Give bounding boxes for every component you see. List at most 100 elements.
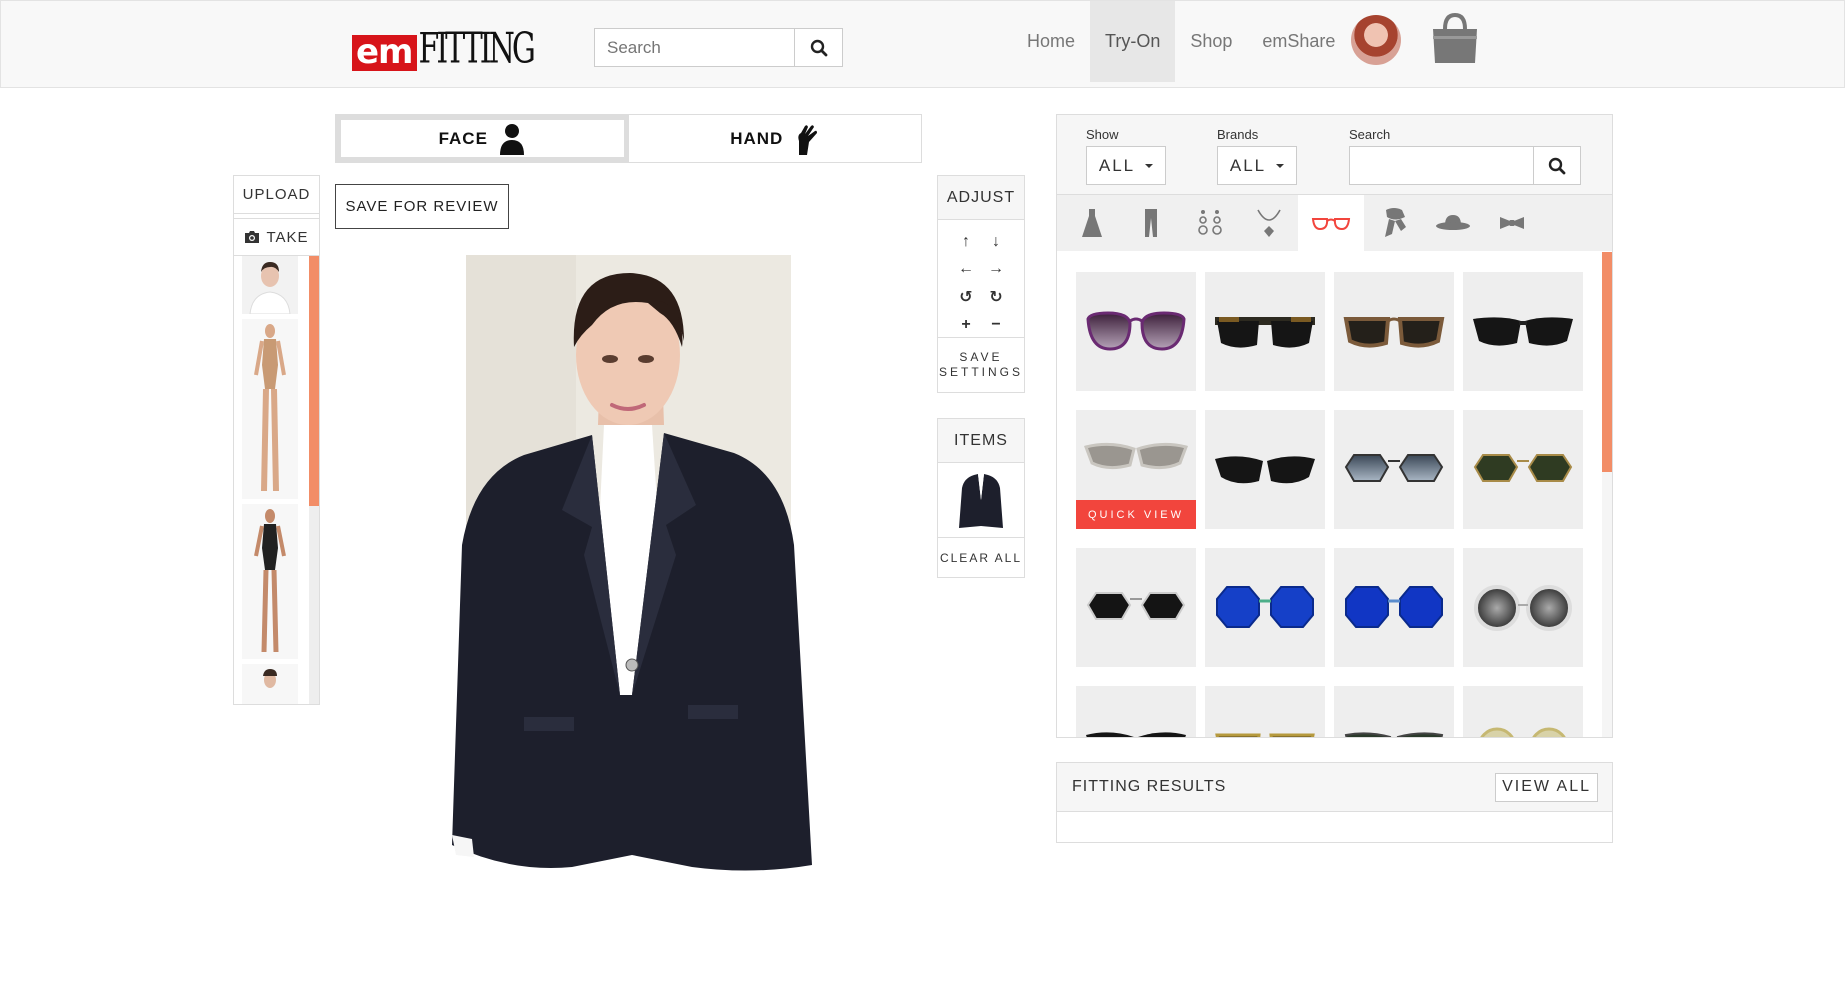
emfitting-logo[interactable]: em FITTING bbox=[352, 15, 536, 71]
category-bowtie[interactable] bbox=[1482, 195, 1541, 251]
header-search-button[interactable] bbox=[794, 28, 843, 67]
search-icon bbox=[810, 39, 827, 56]
product-card[interactable] bbox=[1205, 410, 1325, 529]
show-filter: Show ALL bbox=[1086, 127, 1166, 185]
top-navbar: em FITTING Home Try-On Shop emShare bbox=[0, 0, 1845, 88]
move-right-button[interactable]: → bbox=[981, 258, 1011, 281]
sunglasses-thumbnail bbox=[1473, 453, 1573, 482]
product-card[interactable] bbox=[1076, 272, 1196, 391]
product-search-input[interactable] bbox=[1349, 146, 1533, 185]
user-avatar[interactable] bbox=[1351, 15, 1401, 65]
category-hat[interactable] bbox=[1423, 195, 1482, 251]
product-card[interactable]: QUICK VIEW bbox=[1076, 410, 1196, 529]
person-silhouette-icon bbox=[499, 123, 524, 155]
product-card[interactable] bbox=[1205, 548, 1325, 667]
clear-all-button[interactable]: CLEAR ALL bbox=[938, 537, 1024, 577]
shopping-bag-icon[interactable] bbox=[1429, 13, 1481, 65]
adjust-title: ADJUST bbox=[938, 176, 1024, 220]
header-search-input[interactable] bbox=[594, 28, 794, 67]
pants-icon bbox=[1144, 209, 1157, 237]
product-card[interactable] bbox=[1463, 410, 1583, 529]
nav-shop[interactable]: Shop bbox=[1175, 1, 1247, 82]
main-nav: Home Try-On Shop emShare bbox=[1012, 1, 1350, 82]
product-card[interactable] bbox=[1334, 686, 1454, 737]
brands-filter-label: Brands bbox=[1217, 127, 1259, 142]
product-grid-scroll-thumb[interactable] bbox=[1602, 252, 1612, 472]
brands-select[interactable]: ALL bbox=[1217, 146, 1297, 185]
model-list-scroll-thumb[interactable] bbox=[309, 256, 319, 506]
product-card[interactable] bbox=[1334, 410, 1454, 529]
product-browser: Show ALL Brands ALL Search QUICK VIEW bbox=[1056, 114, 1613, 738]
product-card[interactable] bbox=[1463, 272, 1583, 391]
filter-bar: Show ALL Brands ALL Search bbox=[1057, 115, 1612, 195]
sunglasses-thumbnail bbox=[1216, 585, 1314, 628]
product-card[interactable] bbox=[1205, 686, 1325, 737]
category-dress[interactable] bbox=[1062, 195, 1121, 251]
header-search bbox=[594, 28, 843, 67]
product-card[interactable] bbox=[1076, 686, 1196, 737]
tab-face[interactable]: FACE bbox=[336, 115, 629, 162]
zoom-in-button[interactable]: + bbox=[951, 313, 981, 336]
adjust-panel: ADJUST ↑ ↓ ← → ↺ ↻ + − SAVE SETTINGS bbox=[937, 175, 1025, 393]
move-down-button[interactable]: ↓ bbox=[981, 230, 1011, 253]
model-thumbnail-list bbox=[242, 256, 302, 704]
category-necklace[interactable] bbox=[1239, 195, 1298, 251]
take-photo-button[interactable]: TAKE bbox=[234, 218, 319, 256]
hand-icon bbox=[798, 124, 818, 155]
model-list-scrollbar[interactable] bbox=[309, 256, 319, 704]
tab-hand[interactable]: HAND bbox=[629, 115, 922, 162]
items-title: ITEMS bbox=[938, 419, 1024, 463]
hat-icon bbox=[1435, 215, 1470, 230]
jacket-thumbnail bbox=[959, 474, 1003, 528]
show-select-value: ALL bbox=[1098, 155, 1136, 175]
sunglasses-thumbnail bbox=[1215, 316, 1315, 348]
sunglasses-thumbnail bbox=[1345, 585, 1443, 628]
move-up-button[interactable]: ↑ bbox=[951, 230, 981, 253]
item-thumbnail[interactable] bbox=[938, 463, 1024, 537]
save-settings-button[interactable]: SAVE SETTINGS bbox=[938, 337, 1024, 391]
model-thumbnail[interactable] bbox=[242, 504, 298, 659]
category-glasses[interactable] bbox=[1298, 195, 1364, 251]
product-grid-scrollbar[interactable] bbox=[1602, 252, 1612, 737]
model-thumbnail[interactable] bbox=[242, 256, 298, 314]
bowtie-icon bbox=[1499, 217, 1524, 229]
product-card[interactable] bbox=[1205, 272, 1325, 391]
sunglasses-thumbnail bbox=[1086, 731, 1186, 737]
zoom-out-button[interactable]: − bbox=[981, 313, 1011, 336]
dress-icon bbox=[1081, 209, 1102, 237]
sunglasses-thumbnail bbox=[1474, 584, 1572, 631]
product-card[interactable] bbox=[1463, 548, 1583, 667]
rotate-right-button[interactable]: ↻ bbox=[981, 286, 1011, 309]
glasses-icon bbox=[1311, 218, 1351, 231]
rotate-left-button[interactable]: ↺ bbox=[951, 286, 981, 309]
category-pants[interactable] bbox=[1121, 195, 1180, 251]
sunglasses-thumbnail bbox=[1086, 310, 1186, 351]
save-for-review-button[interactable]: SAVE FOR REVIEW bbox=[335, 184, 509, 229]
brands-filter: Brands ALL bbox=[1217, 127, 1297, 185]
category-scarf[interactable] bbox=[1364, 195, 1423, 251]
model-thumbnail[interactable] bbox=[242, 664, 298, 704]
product-card[interactable] bbox=[1334, 548, 1454, 667]
try-on-stage bbox=[452, 255, 812, 875]
category-earrings[interactable] bbox=[1180, 195, 1239, 251]
quick-view-button[interactable]: QUICK VIEW bbox=[1076, 500, 1196, 529]
nav-emshare[interactable]: emShare bbox=[1247, 1, 1350, 82]
product-search-filter: Search bbox=[1349, 127, 1581, 185]
sunglasses-thumbnail bbox=[1479, 727, 1567, 737]
view-all-button[interactable]: VIEW ALL bbox=[1495, 772, 1598, 802]
upload-button[interactable]: UPLOAD bbox=[234, 176, 319, 214]
product-search-button[interactable] bbox=[1533, 146, 1581, 185]
model-thumbnail[interactable] bbox=[242, 319, 298, 499]
product-card[interactable] bbox=[1463, 686, 1583, 737]
nav-try-on[interactable]: Try-On bbox=[1090, 1, 1176, 82]
tab-hand-label: HAND bbox=[730, 128, 784, 148]
sunglasses-thumbnail bbox=[1215, 455, 1315, 483]
sunglasses-thumbnail bbox=[1473, 316, 1573, 346]
show-select[interactable]: ALL bbox=[1086, 146, 1166, 185]
product-card[interactable] bbox=[1076, 548, 1196, 667]
model-preview-image bbox=[452, 255, 812, 871]
product-card[interactable] bbox=[1334, 272, 1454, 391]
move-left-button[interactable]: ← bbox=[951, 258, 981, 281]
earrings-icon bbox=[1197, 210, 1222, 235]
nav-home[interactable]: Home bbox=[1012, 1, 1090, 82]
